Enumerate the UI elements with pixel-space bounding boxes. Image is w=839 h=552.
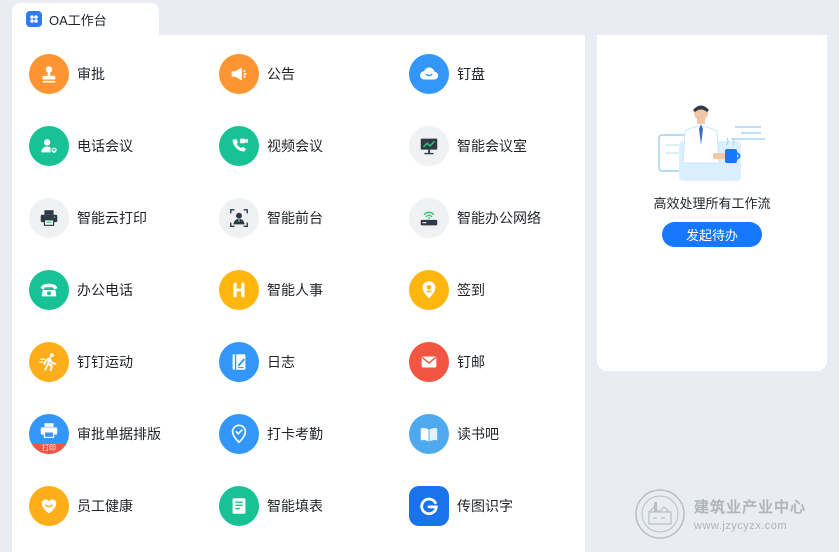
app-cloud-print[interactable]: 智能云打印 bbox=[29, 194, 219, 242]
app-label: 电话会议 bbox=[77, 138, 133, 154]
app-smart-meeting-room[interactable]: 智能会议室 bbox=[409, 122, 599, 170]
app-label: 审批单据排版 bbox=[77, 426, 161, 442]
start-todo-button[interactable]: 发起待办 bbox=[662, 222, 762, 247]
printer-icon bbox=[29, 198, 69, 238]
app-label: 钉盘 bbox=[457, 66, 485, 82]
app-check-in[interactable]: 签到 bbox=[409, 266, 599, 314]
app-grid: 审批 公告 钉盘 电话会议 视频会议 智能会议室 智能云打印 智能前台 智能办公… bbox=[12, 35, 585, 552]
app-label: 读书吧 bbox=[457, 426, 499, 442]
watermark-url: www.jzycyzx.com bbox=[694, 520, 788, 532]
form-icon bbox=[219, 486, 259, 526]
phone-user-icon bbox=[29, 126, 69, 166]
face-scan-icon bbox=[219, 198, 259, 238]
tab-label: OA工作台 bbox=[49, 12, 107, 28]
app-label: 智能办公网络 bbox=[457, 210, 541, 226]
app-label: 智能填表 bbox=[267, 498, 323, 514]
video-call-icon bbox=[219, 126, 259, 166]
app-ding-mail[interactable]: 钉邮 bbox=[409, 338, 599, 386]
app-reading-club[interactable]: 读书吧 bbox=[409, 410, 599, 458]
app-smart-reception[interactable]: 智能前台 bbox=[219, 194, 409, 242]
app-label: 智能人事 bbox=[267, 282, 323, 298]
app-label: 办公电话 bbox=[77, 282, 133, 298]
stamp-icon bbox=[29, 54, 69, 94]
app-image-to-text[interactable]: 传图识字 bbox=[409, 482, 599, 530]
app-smart-form[interactable]: 智能填表 bbox=[219, 482, 409, 530]
app-label: 员工健康 bbox=[77, 498, 133, 514]
app-label: 打卡考勤 bbox=[267, 426, 323, 442]
app-phone-conference[interactable]: 电话会议 bbox=[29, 122, 219, 170]
app-approval[interactable]: 审批 bbox=[29, 50, 219, 98]
app-log[interactable]: 日志 bbox=[219, 338, 409, 386]
app-grid-icon bbox=[26, 11, 42, 27]
app-label: 传图识字 bbox=[457, 498, 513, 514]
g-logo-icon bbox=[409, 486, 449, 526]
running-icon bbox=[29, 342, 69, 382]
app-dingpan[interactable]: 钉盘 bbox=[409, 50, 599, 98]
app-label: 智能会议室 bbox=[457, 138, 527, 154]
app-video-conference[interactable]: 视频会议 bbox=[219, 122, 409, 170]
app-label: 智能云打印 bbox=[77, 210, 147, 226]
todo-panel: 高效处理所有工作流 发起待办 bbox=[597, 35, 827, 371]
megaphone-icon bbox=[219, 54, 259, 94]
app-approval-doc-layout[interactable]: 打印 审批单据排版 bbox=[29, 410, 219, 458]
app-label: 日志 bbox=[267, 354, 295, 370]
telephone-icon bbox=[29, 270, 69, 310]
print-badge: 打印 bbox=[29, 444, 69, 454]
app-dingtalk-sports[interactable]: 钉钉运动 bbox=[29, 338, 219, 386]
app-attendance[interactable]: 打卡考勤 bbox=[219, 410, 409, 458]
notebook-pen-icon bbox=[219, 342, 259, 382]
app-label: 公告 bbox=[267, 66, 295, 82]
app-smart-office-network[interactable]: 智能办公网络 bbox=[409, 194, 599, 242]
document-printer-icon: 打印 bbox=[29, 414, 69, 454]
app-announcement[interactable]: 公告 bbox=[219, 50, 409, 98]
location-pin-icon bbox=[409, 270, 449, 310]
panel-title: 高效处理所有工作流 bbox=[653, 196, 771, 211]
app-label: 钉钉运动 bbox=[77, 354, 133, 370]
h-letter-icon bbox=[219, 270, 259, 310]
heart-smile-icon bbox=[29, 486, 69, 526]
app-employee-health[interactable]: 员工健康 bbox=[29, 482, 219, 530]
tab-bar: OA工作台 bbox=[0, 0, 839, 35]
app-label: 审批 bbox=[77, 66, 105, 82]
seal-logo-icon bbox=[635, 489, 685, 539]
mail-icon bbox=[409, 342, 449, 382]
office-worker-illustration bbox=[658, 105, 765, 181]
app-label: 智能前台 bbox=[267, 210, 323, 226]
cloud-icon bbox=[409, 54, 449, 94]
watermark: 建筑业产业中心 www.jzycyzx.com bbox=[634, 486, 814, 542]
app-office-phone[interactable]: 办公电话 bbox=[29, 266, 219, 314]
watermark-title: 建筑业产业中心 bbox=[694, 499, 807, 516]
tab-oa-workbench[interactable]: OA工作台 bbox=[12, 3, 159, 35]
app-label: 钉邮 bbox=[457, 354, 485, 370]
wifi-router-icon bbox=[409, 198, 449, 238]
checkin-pin-icon bbox=[219, 414, 259, 454]
app-smart-hr[interactable]: 智能人事 bbox=[219, 266, 409, 314]
app-label: 签到 bbox=[457, 282, 485, 298]
open-book-icon bbox=[409, 414, 449, 454]
presentation-screen-icon bbox=[409, 126, 449, 166]
app-label: 视频会议 bbox=[267, 138, 323, 154]
